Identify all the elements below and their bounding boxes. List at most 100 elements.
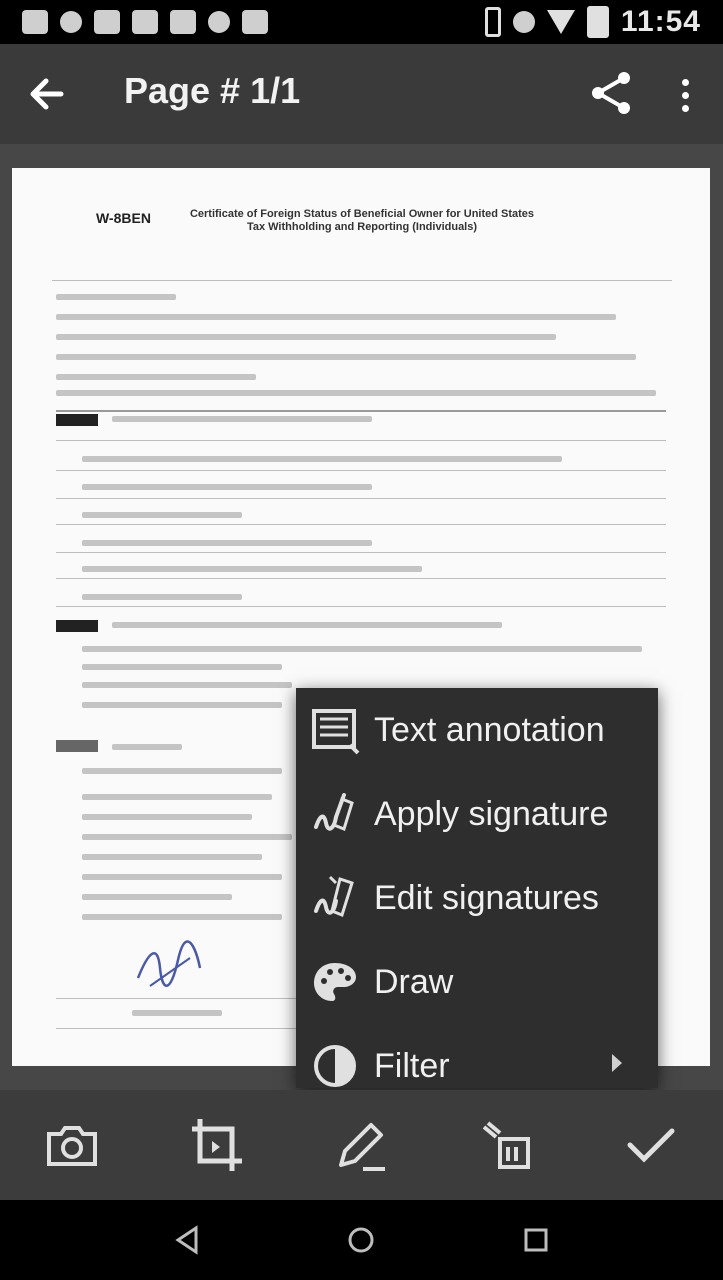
more-options-button[interactable] (668, 70, 702, 120)
text-line (82, 456, 562, 462)
text-line (82, 664, 282, 670)
text-line (82, 814, 252, 820)
text-line (112, 744, 182, 750)
divider (52, 280, 672, 281)
notification-icon (60, 11, 82, 33)
divider (56, 998, 296, 999)
media-icon (170, 10, 196, 34)
battery-icon (586, 6, 609, 38)
menu-label: Draw (374, 962, 454, 1001)
text-line (56, 354, 636, 360)
signature-icon (310, 789, 360, 839)
navigation-bar (0, 1200, 723, 1280)
camera-icon (47, 1126, 98, 1166)
divider (56, 498, 666, 499)
divider (56, 552, 666, 553)
text-line (82, 854, 262, 860)
menu-item-draw[interactable]: Draw (296, 940, 658, 1024)
text-line (82, 794, 272, 800)
menu-label: Apply signature (374, 794, 609, 833)
text-line (112, 416, 372, 422)
menu-item-apply-signature[interactable]: Apply signature (296, 772, 658, 856)
text-box-icon (310, 705, 360, 755)
pencil-icon (339, 1123, 386, 1171)
nav-home-button[interactable] (341, 1220, 381, 1260)
status-bar: 11:54 (0, 0, 723, 44)
vibrate-icon (484, 7, 501, 37)
text-line (56, 390, 656, 396)
menu-label: Filter (374, 1046, 450, 1085)
message-icon (22, 10, 48, 34)
video-icon (242, 10, 268, 34)
edit-signature-icon (310, 873, 360, 923)
recolor-icon (482, 1121, 531, 1169)
chevron-right-icon (612, 1054, 622, 1072)
notification-icons (22, 10, 268, 34)
text-line (82, 874, 282, 880)
confirm-button[interactable] (621, 1115, 681, 1175)
part-label (56, 620, 98, 632)
document-heading: Certificate of Foreign Status of Benefic… (189, 208, 535, 233)
text-line (82, 566, 422, 572)
text-line (82, 682, 292, 688)
signature-image (136, 940, 202, 987)
part-label (56, 740, 98, 752)
part-label (56, 414, 98, 426)
text-line (82, 484, 372, 490)
text-line (82, 834, 292, 840)
text-line (56, 334, 556, 340)
recolor-button[interactable] (476, 1115, 536, 1175)
text-line (82, 894, 232, 900)
crop-button[interactable] (187, 1115, 247, 1175)
divider (56, 410, 666, 412)
system-icons: 11:54 (484, 5, 701, 39)
divider (56, 578, 666, 579)
top-toolbar: Page # 1/1 (0, 44, 723, 144)
text-line (112, 622, 502, 628)
page-title: Page # 1/1 (124, 70, 301, 111)
alarm-icon (512, 11, 535, 33)
divider (56, 524, 666, 525)
pencil-button[interactable] (331, 1115, 391, 1175)
text-line (82, 914, 282, 920)
share-icon (592, 72, 630, 114)
more-vert-icon (681, 78, 689, 86)
crop-icon (191, 1119, 242, 1171)
sync-icon (208, 11, 230, 33)
document-canvas[interactable]: W-8BEN Certificate of Foreign Status of … (0, 144, 723, 1090)
text-line (82, 594, 242, 600)
annotation-menu: Text annotation Apply signature Edit sig… (296, 688, 658, 1088)
contrast-icon (310, 1041, 360, 1088)
menu-label: Edit signatures (374, 878, 599, 917)
nav-back-button[interactable] (167, 1220, 207, 1260)
menu-item-text-annotation[interactable]: Text annotation (296, 688, 658, 772)
text-line (82, 768, 282, 774)
text-line (56, 294, 176, 300)
check-icon (627, 1128, 675, 1163)
divider (56, 470, 666, 471)
photo-icon (94, 10, 120, 34)
text-line (132, 1010, 222, 1016)
divider (56, 606, 666, 607)
calendar-icon (132, 10, 158, 34)
text-line (82, 646, 642, 652)
menu-item-edit-signatures[interactable]: Edit signatures (296, 856, 658, 940)
divider (56, 1028, 316, 1029)
menu-item-filter[interactable]: Filter (296, 1024, 658, 1088)
menu-label: Text annotation (374, 710, 605, 749)
document-form-id: W-8BEN (96, 210, 151, 226)
nav-recents-icon (524, 1228, 548, 1252)
share-button[interactable] (586, 68, 636, 118)
text-line (56, 314, 616, 320)
nav-home-icon (348, 1227, 374, 1253)
camera-button[interactable] (42, 1115, 102, 1175)
palette-icon (310, 957, 360, 1007)
back-button[interactable] (22, 72, 70, 116)
wifi-icon (546, 10, 575, 34)
text-line (56, 374, 256, 380)
nav-back-icon (175, 1225, 198, 1255)
text-line (82, 540, 372, 546)
status-time: 11:54 (620, 5, 701, 38)
text-line (82, 702, 282, 708)
nav-recents-button[interactable] (516, 1220, 556, 1260)
